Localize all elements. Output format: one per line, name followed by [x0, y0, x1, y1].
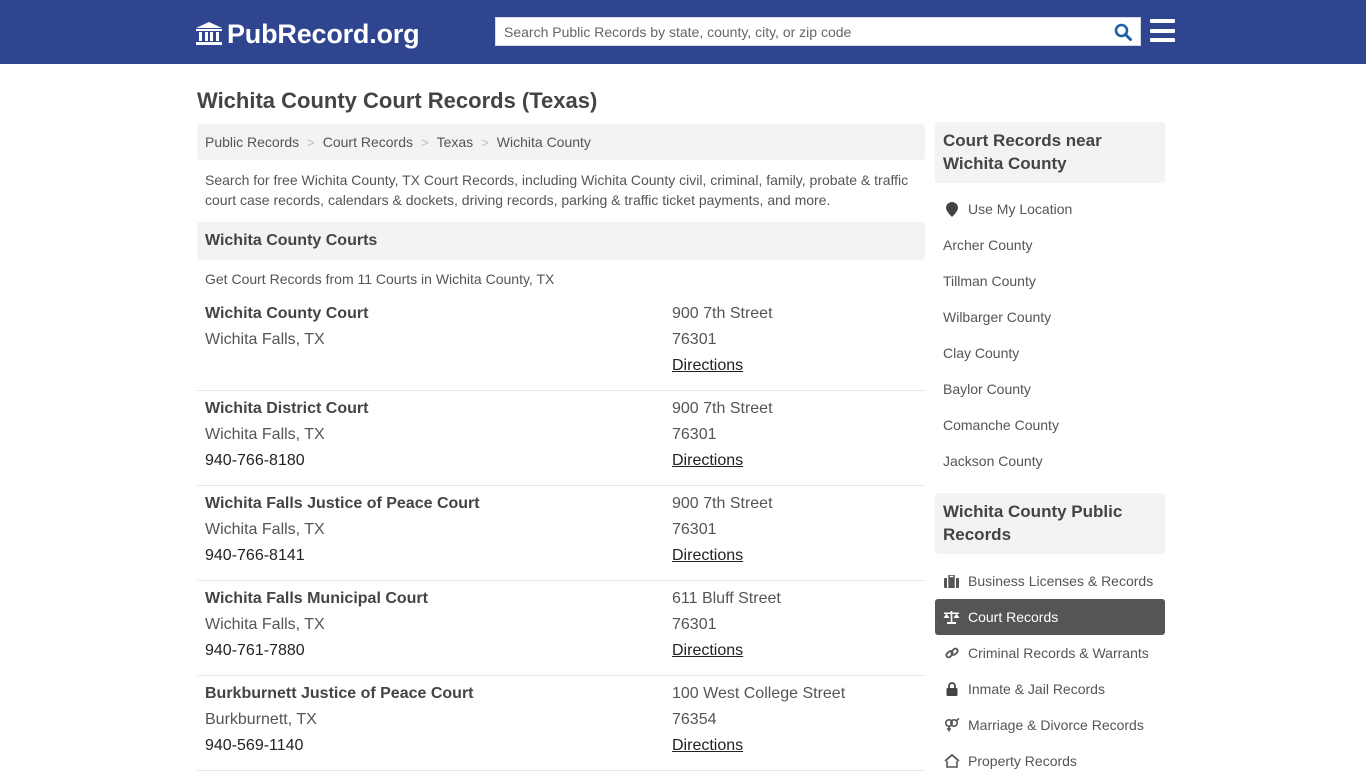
court-item: Wichita County Court Wichita Falls, TX 9… — [197, 296, 925, 391]
use-my-location-label: Use My Location — [968, 201, 1073, 217]
court-address: 900 7th Street — [672, 400, 773, 417]
court-phone-placeholder — [205, 353, 368, 379]
sidebar-item-inmate-records[interactable]: Inmate & Jail Records — [935, 671, 1165, 707]
court-city: Wichita Falls, TX — [205, 331, 325, 348]
court-name: Wichita District Court — [205, 400, 369, 417]
breadcrumb: Public Records > Court Records > Texas >… — [197, 124, 925, 160]
court-item: Wichita Falls Municipal Court Wichita Fa… — [197, 581, 925, 676]
link-icon — [943, 645, 960, 661]
menu-bar — [1150, 38, 1175, 42]
court-city: Wichita Falls, TX — [205, 521, 325, 538]
court-address: 900 7th Street — [672, 495, 773, 512]
search-bar — [495, 17, 1141, 46]
page-title: Wichita County Court Records (Texas) — [197, 88, 598, 113]
breadcrumb-wichita-county[interactable]: Wichita County — [497, 134, 591, 150]
court-city: Wichita Falls, TX — [205, 426, 325, 443]
intro-text: Search for free Wichita County, TX Court… — [205, 172, 909, 208]
institution-icon — [196, 22, 222, 45]
breadcrumb-public-records[interactable]: Public Records — [205, 134, 299, 150]
breadcrumb-separator: > — [307, 134, 315, 150]
court-address: 900 7th Street — [672, 305, 773, 322]
sidebar-item-label: Criminal Records & Warrants — [968, 645, 1149, 661]
court-name: Wichita County Court — [205, 305, 369, 322]
nearby-list: Use My Location Archer County Tillman Co… — [935, 183, 1165, 493]
court-zip: 76301 — [672, 616, 717, 633]
venus-mars-icon — [943, 717, 960, 733]
hamburger-menu-button[interactable] — [1150, 19, 1175, 42]
sidebar: Court Records near Wichita County Use My… — [935, 122, 1165, 779]
court-name: Burkburnett Justice of Peace Court — [205, 685, 474, 702]
court-zip: 76354 — [672, 711, 717, 728]
breadcrumb-texas[interactable]: Texas — [437, 134, 474, 150]
use-my-location-link[interactable]: Use My Location — [935, 191, 1165, 227]
sidebar-item-court-records[interactable]: Court Records — [935, 599, 1165, 635]
sidebar-item-property-records[interactable]: Property Records — [935, 743, 1165, 779]
court-zip: 76301 — [672, 426, 717, 443]
search-input[interactable] — [496, 18, 1106, 45]
section-heading: Wichita County Courts — [197, 222, 925, 260]
sidebar-item-label: Court Records — [968, 609, 1059, 625]
breadcrumb-separator: > — [481, 134, 489, 150]
sidebar-item-label: Marriage & Divorce Records — [968, 717, 1144, 733]
court-count-text: Get Court Records from 11 Courts in Wich… — [205, 271, 555, 287]
court-address: 100 West College Street — [672, 685, 846, 702]
sidebar-item-label: Business Licenses & Records — [968, 573, 1154, 589]
house-icon — [943, 753, 960, 769]
menu-bar — [1150, 19, 1175, 23]
sidebar-item-label: Inmate & Jail Records — [968, 681, 1105, 697]
nearby-county-link[interactable]: Archer County — [935, 227, 1165, 263]
court-address: 611 Bluff Street — [672, 590, 781, 607]
public-records-heading: Wichita County Public Records — [935, 493, 1165, 554]
nearby-county-link[interactable]: Tillman County — [935, 263, 1165, 299]
site-logo[interactable]: PubRecord.org — [195, 18, 420, 50]
directions-link[interactable]: Directions — [672, 452, 743, 469]
sidebar-item-criminal-records[interactable]: Criminal Records & Warrants — [935, 635, 1165, 671]
directions-link[interactable]: Directions — [672, 357, 743, 374]
scales-icon — [943, 609, 960, 625]
sidebar-item-label: Property Records — [968, 753, 1077, 769]
court-phone[interactable]: 940-766-8141 — [205, 543, 480, 569]
court-city: Wichita Falls, TX — [205, 616, 325, 633]
nearby-county-link[interactable]: Clay County — [935, 335, 1165, 371]
court-item: Burkburnett Justice of Peace Court Burkb… — [197, 676, 925, 771]
nearby-county-link[interactable]: Baylor County — [935, 371, 1165, 407]
court-phone[interactable]: 940-569-1140 — [205, 733, 474, 759]
briefcase-icon — [943, 573, 960, 589]
nearby-county-link[interactable]: Jackson County — [935, 443, 1165, 479]
map-marker-icon — [943, 201, 960, 217]
menu-bar — [1150, 28, 1175, 33]
court-name: Wichita Falls Municipal Court — [205, 590, 428, 607]
logo-text: PubRecord.org — [227, 18, 420, 49]
lock-icon — [943, 681, 960, 697]
top-navbar: PubRecord.org — [0, 0, 1366, 64]
court-name: Wichita Falls Justice of Peace Court — [205, 495, 480, 512]
court-phone[interactable]: 940-766-8180 — [205, 448, 368, 474]
search-icon — [1114, 23, 1132, 41]
breadcrumb-court-records[interactable]: Court Records — [323, 134, 413, 150]
directions-link[interactable]: Directions — [672, 642, 743, 659]
directions-link[interactable]: Directions — [672, 547, 743, 564]
main-content: Public Records > Court Records > Texas >… — [197, 124, 925, 771]
sidebar-item-marriage-records[interactable]: Marriage & Divorce Records — [935, 707, 1165, 743]
public-records-list: Business Licenses & Records Court Record… — [935, 554, 1165, 779]
court-phone[interactable]: 940-761-7880 — [205, 638, 428, 664]
directions-link[interactable]: Directions — [672, 737, 743, 754]
nearby-heading: Court Records near Wichita County — [935, 122, 1165, 183]
court-item: Wichita District Court Wichita Falls, TX… — [197, 391, 925, 486]
court-city: Burkburnett, TX — [205, 711, 317, 728]
sidebar-item-business-licenses[interactable]: Business Licenses & Records — [935, 563, 1165, 599]
nearby-county-link[interactable]: Wilbarger County — [935, 299, 1165, 335]
nearby-county-link[interactable]: Comanche County — [935, 407, 1165, 443]
search-button[interactable] — [1106, 18, 1140, 45]
court-zip: 76301 — [672, 331, 717, 348]
breadcrumb-separator: > — [421, 134, 429, 150]
court-zip: 76301 — [672, 521, 717, 538]
court-item: Wichita Falls Justice of Peace Court Wic… — [197, 486, 925, 581]
